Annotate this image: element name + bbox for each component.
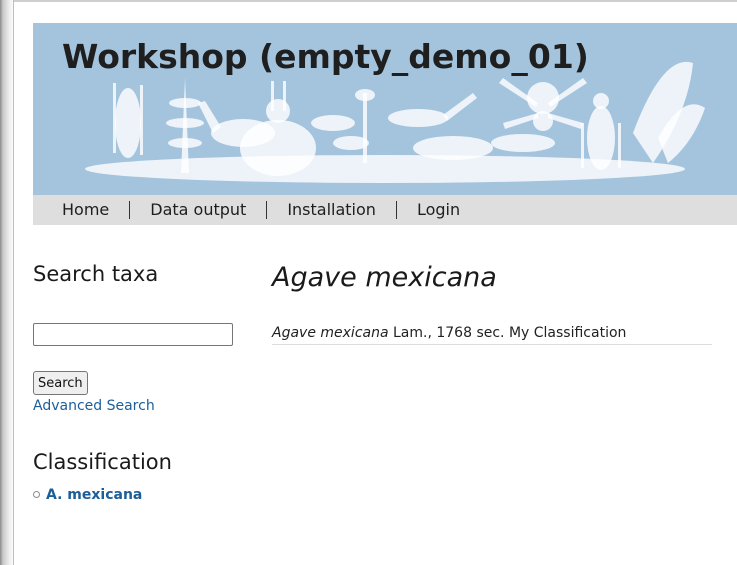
window-left-shadow [0,0,14,565]
classification-tree-item: A. mexicana [33,487,142,503]
taxon-title: Agave mexicana [272,262,497,293]
tree-link-a-mexicana[interactable]: A. mexicana [46,487,142,503]
search-button[interactable]: Search [33,371,88,395]
window-top-edge [0,0,737,2]
circle-bullet-icon [33,490,40,498]
nav-home[interactable]: Home [33,200,129,220]
taxon-scientific-name: Agave mexicana [272,325,389,341]
search-input[interactable] [33,323,233,346]
search-taxa-heading: Search taxa [33,262,159,286]
nav-installation[interactable]: Installation [267,200,396,220]
advanced-search-link[interactable]: Advanced Search [33,398,155,414]
taxon-name-line: Agave mexicana Lam., 1768 sec. My Classi… [272,325,712,345]
nav-login[interactable]: Login [397,200,480,220]
window-left-border [13,0,14,565]
site-title: Workshop (empty_demo_01) [62,37,589,76]
main-content: Agave mexicana Agave mexicana Lam., 1768… [272,262,712,345]
main-navigation: Home Data output Installation Login [33,195,737,225]
site-banner: Workshop (empty_demo_01) [33,23,737,195]
taxon-authorship-source: Lam., 1768 sec. My Classification [393,325,627,341]
classification-heading: Classification [33,450,172,474]
nav-data-output[interactable]: Data output [130,200,266,220]
sidebar: Search taxa Search Advanced Search Class… [33,262,248,503]
